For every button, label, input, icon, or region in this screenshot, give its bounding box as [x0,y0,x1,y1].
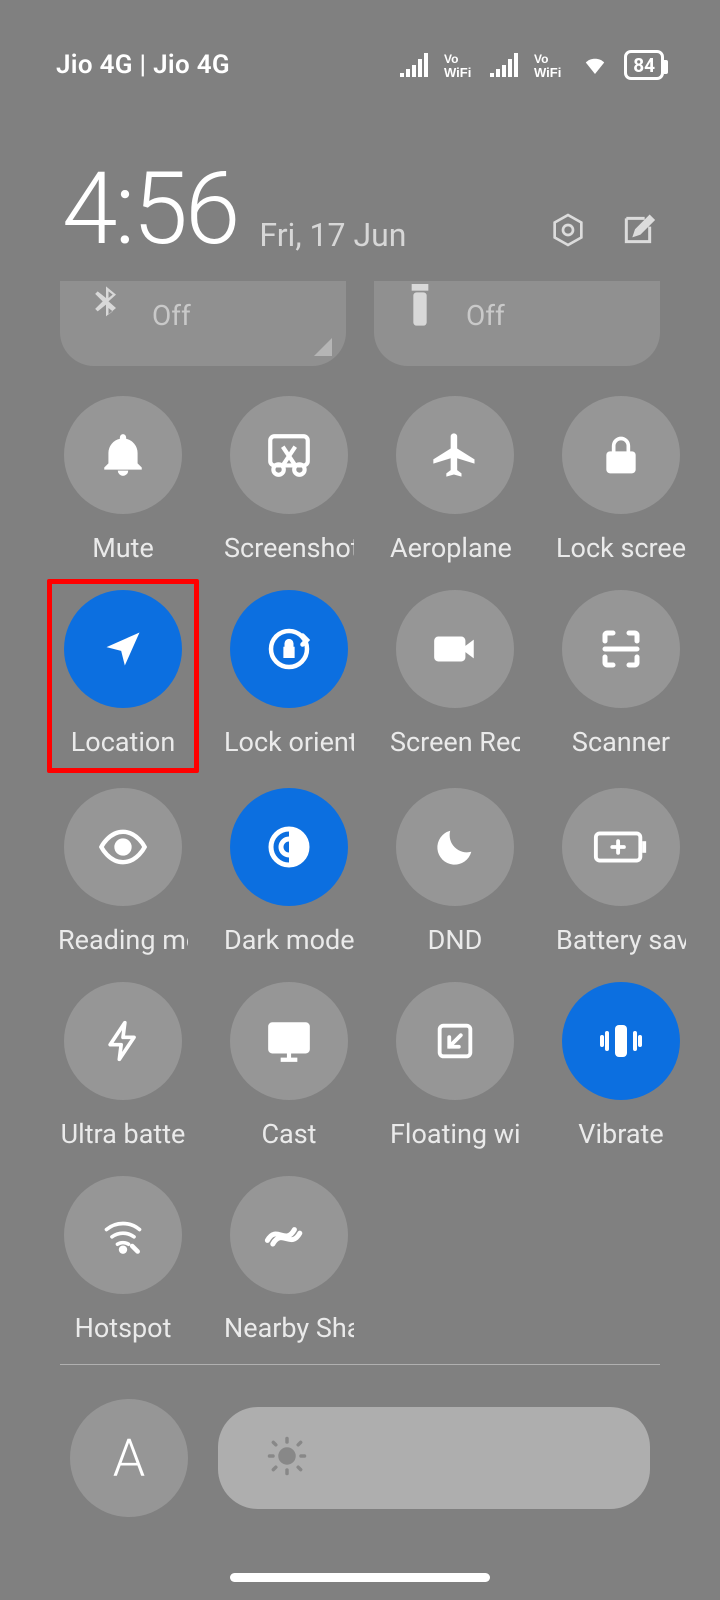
torch-icon [398,279,442,329]
dark-mode-tile[interactable]: Dark mode [224,788,354,956]
cast-label: Cast [261,1118,316,1150]
ultra-battery-label: Ultra batte [61,1118,186,1150]
location-icon [101,627,145,671]
location-label: Location [71,726,175,758]
clock: 4:56 [62,160,237,260]
aeroplane-icon [429,429,481,481]
screenshot-tile[interactable]: Screenshot [224,396,354,564]
hotspot-tile[interactable]: Hotspot [58,1176,188,1344]
cast-tile[interactable]: Cast [224,982,354,1150]
brightness-slider[interactable] [218,1407,650,1509]
svg-text:WiFi: WiFi [534,65,561,78]
divider [60,1364,660,1365]
screen-record-label: Screen Rec [390,726,520,758]
battery-indicator: 84 [624,50,664,80]
scissors-icon [264,430,314,480]
dnd-label: DND [428,924,483,956]
hotspot-icon [98,1213,148,1257]
qs-header: 4:56 Fri, 17 Jun [0,130,720,278]
mute-label: Mute [92,532,154,564]
video-icon [430,624,480,674]
carrier-text: Jio 4G | Jio 4G [56,50,230,80]
bell-icon [98,430,148,480]
bluetooth-tile[interactable]: Off [60,281,346,366]
nearby-share-tile[interactable]: Nearby Sha [224,1176,354,1344]
signal-icon [490,53,520,77]
scan-icon [597,625,645,673]
lock-icon [599,433,643,477]
svg-text:Vo: Vo [534,52,548,66]
scanner-label: Scanner [572,726,670,758]
torch-title [466,271,505,289]
date: Fri, 17 Jun [259,216,406,254]
bluetooth-icon [84,279,128,327]
floating-window-icon [432,1018,478,1064]
wifi-icon [580,53,610,77]
edit-button[interactable] [618,210,658,250]
vibrate-tile[interactable]: Vibrate [556,982,686,1150]
floating-window-label: Floating wi [390,1118,520,1150]
vowifi-icon: VoWiFi [534,52,566,78]
lockscreen-tile[interactable]: Lock screen [556,396,686,564]
battery-plus-icon [592,827,650,867]
nearby-share-icon [262,1215,316,1255]
signal-icon [400,53,430,77]
settings-button[interactable] [548,210,588,250]
lockscreen-label: Lock screen [556,532,686,564]
statusbar: Jio 4G | Jio 4G VoWiFi VoWiFi 84 [0,0,720,130]
lock-orientation-label: Lock orient [224,726,354,758]
battery-saver-label: Battery sav [556,924,686,956]
vowifi-icon: VoWiFi [444,52,476,78]
floating-window-tile[interactable]: Floating wi [390,982,520,1150]
contrast-icon [265,823,313,871]
reading-mode-label: Reading mo [58,924,188,956]
dark-mode-label: Dark mode [224,924,354,956]
gesture-handle[interactable] [230,1573,490,1582]
dnd-tile[interactable]: DND [390,788,520,956]
monitor-icon [264,1016,314,1066]
torch-sub: Off [466,299,505,332]
brightness-icon [266,1435,308,1481]
reading-mode-tile[interactable]: Reading mo [58,788,188,956]
svg-text:Vo: Vo [444,52,458,66]
vibrate-icon [594,1017,648,1065]
aeroplane-tile[interactable]: Aeroplane m [390,396,520,564]
rotation-lock-icon [262,622,316,676]
torch-tile[interactable]: Off [374,281,660,366]
ultra-battery-tile[interactable]: Ultra batte [58,982,188,1150]
bluetooth-expand-icon[interactable] [314,338,332,356]
status-indicators: VoWiFi VoWiFi 84 [400,50,664,80]
lock-orientation-tile[interactable]: Lock orient [224,590,354,762]
scanner-tile[interactable]: Scanner [556,590,686,762]
auto-brightness-label: A [113,1428,146,1489]
moon-icon [432,824,478,870]
eye-icon [97,821,149,873]
vibrate-label: Vibrate [578,1118,663,1150]
bolt-icon [101,1012,145,1070]
bluetooth-sub: Off [152,299,191,332]
svg-text:WiFi: WiFi [444,65,471,78]
screen-record-tile[interactable]: Screen Rec [390,590,520,762]
screenshot-label: Screenshot [224,532,354,564]
location-tile[interactable]: Location [47,579,199,773]
nearby-share-label: Nearby Sha [224,1312,354,1344]
auto-brightness-button[interactable]: A [70,1399,188,1517]
battery-saver-tile[interactable]: Battery sav [556,788,686,956]
mute-tile[interactable]: Mute [58,396,188,564]
bluetooth-title [152,271,191,289]
qs-grid: Mute Screenshot Aeroplane m Lock screen … [0,396,720,1344]
hotspot-label: Hotspot [75,1312,172,1344]
aeroplane-label: Aeroplane m [390,532,520,564]
